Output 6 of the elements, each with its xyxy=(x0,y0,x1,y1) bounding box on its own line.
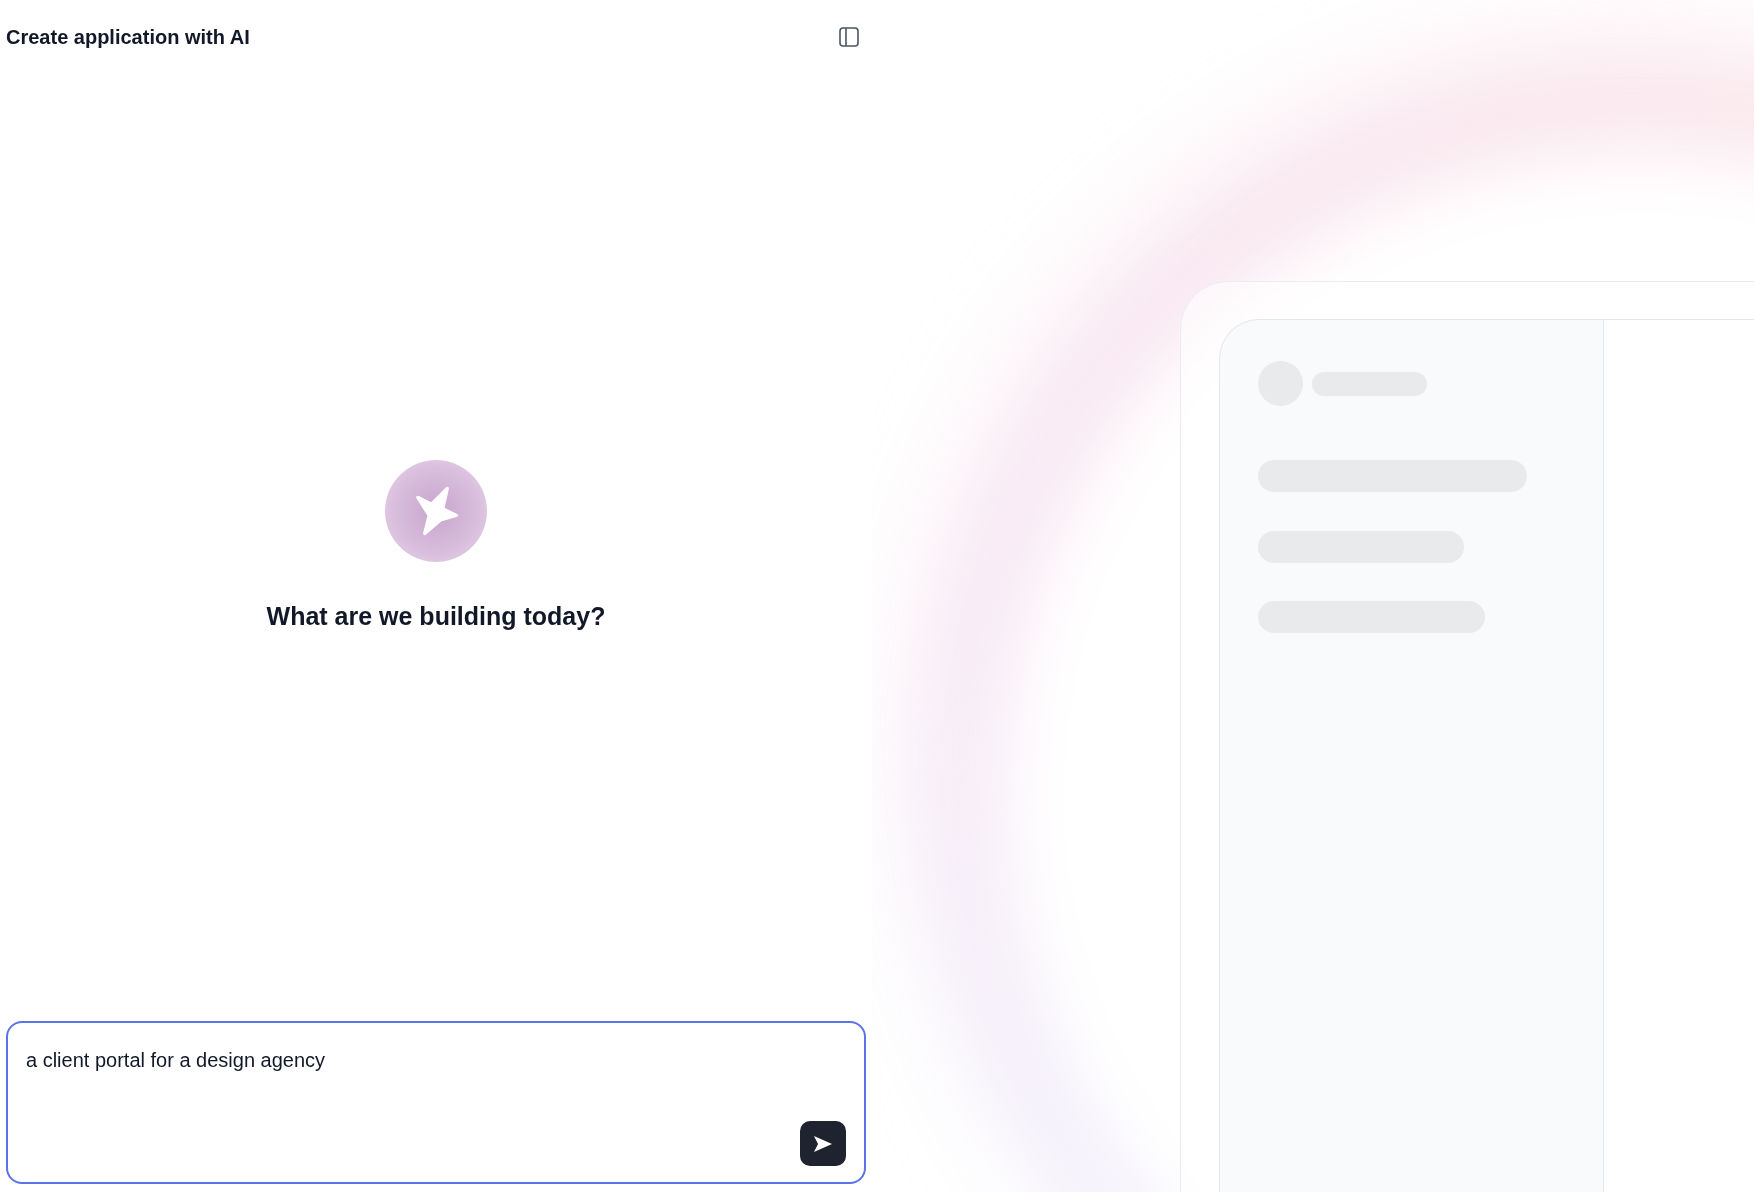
prompt-heading: What are we building today? xyxy=(266,600,606,632)
send-button[interactable] xyxy=(800,1121,846,1166)
page-title: Create application with AI xyxy=(6,25,250,50)
send-icon xyxy=(812,1133,834,1154)
sidebar-toggle-icon[interactable] xyxy=(836,24,862,50)
prompt-input-field[interactable]: a client portal for a design agency xyxy=(6,1021,866,1184)
